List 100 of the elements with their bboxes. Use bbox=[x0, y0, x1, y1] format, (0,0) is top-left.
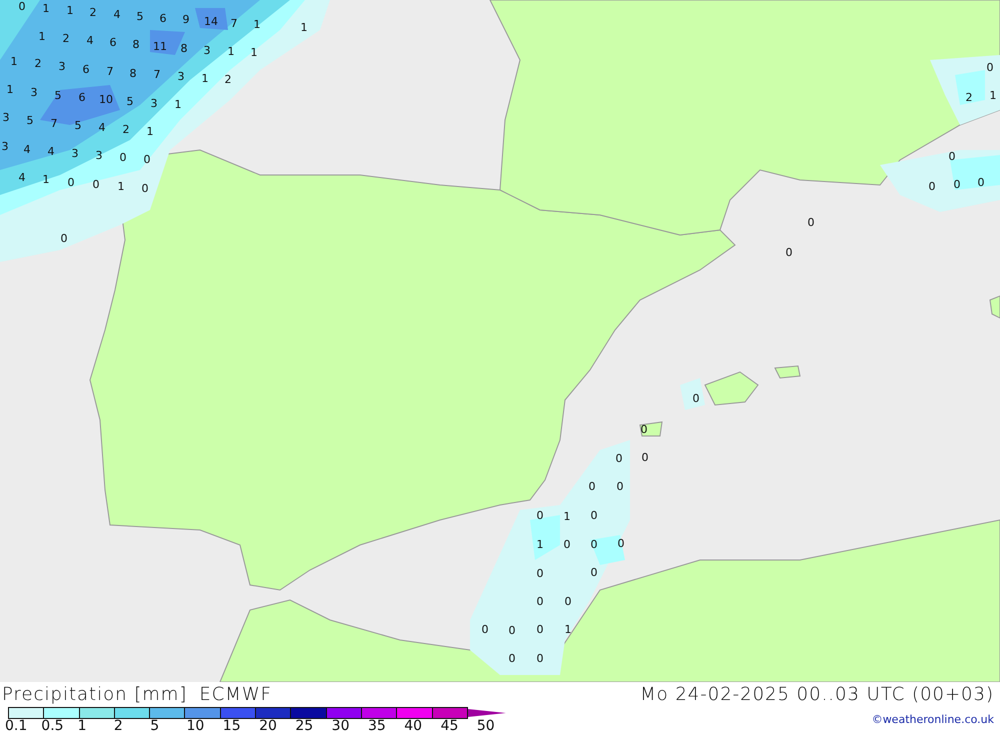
precipitation-value: 0 bbox=[60, 232, 68, 245]
precipitation-value: 0 bbox=[928, 180, 936, 193]
precipitation-value: 1 bbox=[250, 46, 258, 59]
precipitation-value: 1 bbox=[564, 623, 572, 636]
precipitation-value: 2 bbox=[62, 32, 70, 45]
precipitation-value: 0 bbox=[536, 595, 544, 608]
precipitation-value: 1 bbox=[10, 55, 18, 68]
precipitation-value: 5 bbox=[126, 95, 134, 108]
legend-tick-label: 30 bbox=[332, 719, 350, 733]
precipitation-value: 3 bbox=[96, 149, 102, 162]
precipitation-value: 0 bbox=[978, 176, 984, 189]
precipitation-value: 1 bbox=[42, 173, 50, 186]
precipitation-value: 5 bbox=[26, 114, 34, 127]
legend-tick-label: 20 bbox=[259, 719, 278, 733]
legend-tick-label: 0.1 bbox=[5, 719, 28, 733]
precipitation-value: 0 bbox=[808, 216, 814, 229]
precipitation-value: 4 bbox=[114, 8, 120, 21]
precipitation-value: 4 bbox=[98, 121, 106, 134]
credit-link[interactable]: ©weatheronline.co.uk bbox=[872, 713, 994, 726]
precipitation-value: 0 bbox=[482, 623, 488, 636]
precipitation-value: 10 bbox=[99, 93, 113, 106]
legend-tick-label: 1 bbox=[78, 719, 88, 733]
precipitation-value: 4 bbox=[24, 143, 30, 156]
precipitation-value: 0 bbox=[954, 178, 960, 191]
precipitation-value: 5 bbox=[54, 89, 62, 102]
precipitation-value: 3 bbox=[2, 140, 8, 153]
precipitation-value: 6 bbox=[110, 36, 116, 49]
precipitation-value: 5 bbox=[74, 119, 82, 132]
precipitation-value: 2 bbox=[224, 73, 232, 86]
precipitation-value: 0 bbox=[536, 509, 544, 522]
legend-tick-label: 2 bbox=[114, 719, 124, 733]
precipitation-value: 0 bbox=[948, 150, 956, 163]
precipitation-value: 3 bbox=[58, 60, 66, 73]
precipitation-value: 0 bbox=[618, 537, 624, 550]
precipitation-value: 1 bbox=[202, 72, 208, 85]
precipitation-value: 0 bbox=[92, 178, 100, 191]
precipitation-value: 3 bbox=[72, 147, 78, 160]
legend-tick-label: 25 bbox=[295, 719, 314, 733]
precipitation-value: 1 bbox=[254, 18, 260, 31]
precipitation-value: 1 bbox=[6, 83, 14, 96]
legend-tick-label: 35 bbox=[368, 719, 387, 733]
precipitation-value: 14 bbox=[204, 15, 218, 28]
precipitation-value: 0 bbox=[642, 451, 648, 464]
precipitation-value: 1 bbox=[536, 538, 544, 551]
precipitation-value: 6 bbox=[160, 12, 166, 25]
precipitation-value: 0 bbox=[142, 182, 148, 195]
legend-tick-label: 15 bbox=[222, 719, 242, 733]
model-name: ECMWF bbox=[199, 684, 272, 705]
precipitation-value: 3 bbox=[150, 97, 158, 110]
precipitation-value: 3 bbox=[178, 70, 184, 83]
legend-tick-label: 45 bbox=[440, 719, 460, 733]
land-area bbox=[774, 365, 801, 379]
precipitation-value: 1 bbox=[38, 30, 46, 43]
precipitation-value: 8 bbox=[130, 67, 136, 80]
precipitation-value: 0 bbox=[616, 480, 624, 493]
precipitation-value: 0 bbox=[508, 624, 516, 637]
precipitation-value: 1 bbox=[300, 21, 308, 34]
precipitation-value: 4 bbox=[48, 145, 54, 158]
precipitation-value: 4 bbox=[18, 171, 26, 184]
valid-time: Mo 24-02-2025 00..03 UTC (00+03) bbox=[640, 684, 994, 705]
precipitation-value: 0 bbox=[590, 509, 598, 522]
precipitation-value: 0 bbox=[536, 652, 544, 665]
precipitation-value: 0 bbox=[68, 176, 74, 189]
precipitation-value: 2 bbox=[90, 6, 96, 19]
precipitation-value: 1 bbox=[174, 98, 182, 111]
precipitation-value: 0 bbox=[616, 452, 622, 465]
precipitation-value: 7 bbox=[154, 68, 160, 81]
precipitation-value: 0 bbox=[144, 153, 150, 166]
precipitation-value: 2 bbox=[122, 123, 130, 136]
legend-tick-label: 5 bbox=[150, 719, 160, 733]
legend-tick-label: 50 bbox=[476, 719, 496, 733]
precipitation-value: 1 bbox=[42, 2, 50, 15]
precipitation-value: 8 bbox=[180, 42, 188, 55]
precipitation-value: 0 bbox=[120, 151, 126, 164]
precipitation-value: 7 bbox=[106, 65, 114, 78]
precipitation-value: 0 bbox=[536, 623, 544, 636]
precipitation-value: 3 bbox=[2, 111, 10, 124]
precipitation-value: 0 bbox=[640, 423, 648, 436]
precipitation-value: 0 bbox=[588, 480, 596, 493]
precipitation-value: 1 bbox=[146, 125, 154, 138]
precipitation-value: 1 bbox=[228, 45, 234, 58]
precipitation-value: 0 bbox=[564, 595, 572, 608]
precipitation-value: 11 bbox=[153, 40, 167, 53]
precipitation-value: 0 bbox=[590, 538, 598, 551]
precipitation-value: 0 bbox=[692, 392, 700, 405]
legend-tick-label: 0.5 bbox=[41, 719, 65, 733]
precipitation-value: 0 bbox=[564, 538, 570, 551]
precipitation-value: 3 bbox=[30, 86, 38, 99]
precipitation-value: 0 bbox=[590, 566, 598, 579]
legend-tick-label: 40 bbox=[404, 719, 424, 733]
precipitation-value: 0 bbox=[508, 652, 516, 665]
precipitation-value: 0 bbox=[536, 567, 544, 580]
land-area bbox=[989, 295, 1000, 319]
legend-title: Precipitation [mm] bbox=[2, 684, 188, 705]
precipitation-value: 1 bbox=[66, 4, 74, 17]
precipitation-value: 0 bbox=[786, 246, 792, 259]
precipitation-value: 9 bbox=[182, 13, 190, 26]
precipitation-value: 6 bbox=[82, 63, 90, 76]
precipitation-value: 8 bbox=[132, 38, 140, 51]
precipitation-value: 4 bbox=[86, 34, 94, 47]
